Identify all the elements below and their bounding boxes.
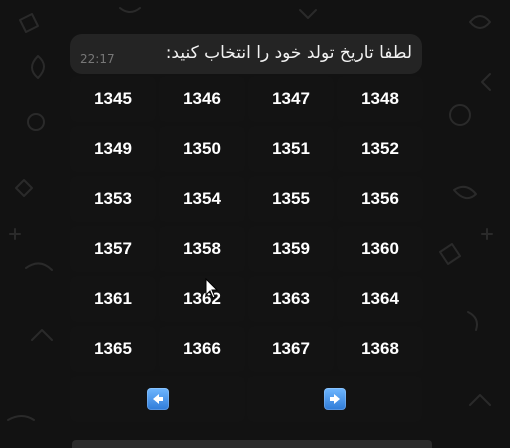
year-button-1358[interactable]: 1358	[159, 226, 245, 272]
year-button-1365[interactable]: 1365	[70, 326, 156, 372]
year-button-1348[interactable]: 1348	[337, 76, 423, 122]
year-button-1359[interactable]: 1359	[248, 226, 334, 272]
message-input-bar[interactable]	[72, 440, 432, 448]
previous-page-button[interactable]	[70, 376, 245, 422]
chat-area: 22:17 لطفا تاریخ تولد خود را انتخاب کنید…	[70, 34, 423, 422]
year-button-1367[interactable]: 1367	[248, 326, 334, 372]
right-arrow-icon	[323, 388, 346, 410]
next-page-button[interactable]	[247, 376, 422, 422]
message-text: لطفا تاریخ تولد خود را انتخاب کنید:	[165, 43, 412, 63]
year-button-1352[interactable]: 1352	[337, 126, 423, 172]
left-arrow-icon	[146, 388, 169, 410]
message-time: 22:17	[80, 52, 115, 66]
message-bubble: 22:17 لطفا تاریخ تولد خود را انتخاب کنید…	[70, 34, 422, 74]
year-button-1350[interactable]: 1350	[159, 126, 245, 172]
year-button-1368[interactable]: 1368	[337, 326, 423, 372]
year-button-1351[interactable]: 1351	[248, 126, 334, 172]
year-button-1353[interactable]: 1353	[70, 176, 156, 222]
year-button-1355[interactable]: 1355	[248, 176, 334, 222]
year-button-1345[interactable]: 1345	[70, 76, 156, 122]
year-button-1354[interactable]: 1354	[159, 176, 245, 222]
mouse-cursor-icon	[205, 278, 219, 299]
year-button-1364[interactable]: 1364	[337, 276, 423, 322]
year-button-1346[interactable]: 1346	[159, 76, 245, 122]
year-button-1363[interactable]: 1363	[248, 276, 334, 322]
year-button-1361[interactable]: 1361	[70, 276, 156, 322]
year-button-1347[interactable]: 1347	[248, 76, 334, 122]
year-button-1366[interactable]: 1366	[159, 326, 245, 372]
year-button-1356[interactable]: 1356	[337, 176, 423, 222]
year-button-1357[interactable]: 1357	[70, 226, 156, 272]
keyboard-navigation-row	[70, 376, 423, 422]
year-button-1362[interactable]: 1362	[159, 276, 245, 322]
year-button-1349[interactable]: 1349	[70, 126, 156, 172]
inline-keyboard: 1345 1346 1347 1348 1349 1350 1351 1352 …	[70, 76, 423, 422]
year-button-1360[interactable]: 1360	[337, 226, 423, 272]
